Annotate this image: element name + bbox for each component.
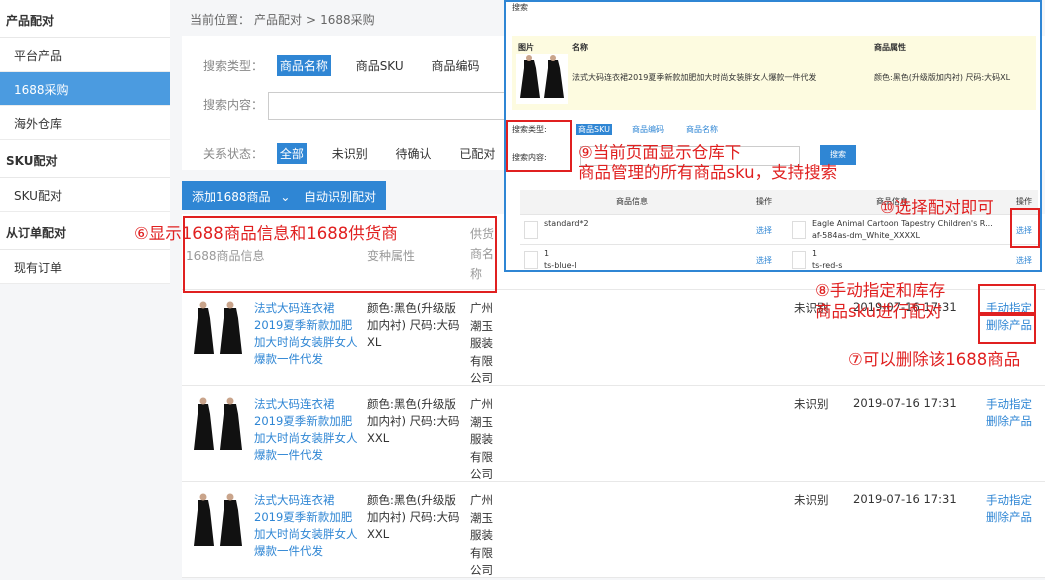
annotation-9-line2: 商品管理的所有商品sku，支持搜索 <box>578 163 838 182</box>
annotation-box-delete <box>978 314 1036 344</box>
status-all[interactable]: 全部 <box>276 143 307 164</box>
sku-icon <box>792 221 806 239</box>
product-thumbnail <box>192 492 246 550</box>
product-thumbnail <box>516 54 568 104</box>
status-unrecognized[interactable]: 未识别 <box>329 143 371 164</box>
pt-head-op2: 操作 <box>1016 197 1032 206</box>
search-content-label: 搜索内容： <box>203 98 264 112</box>
product-status: 未识别 <box>794 397 829 411</box>
status-pending[interactable]: 待确认 <box>393 143 435 164</box>
product-name-link[interactable]: 法式大码连衣裙2019夏季新款加肥加大时尚女装胖女人爆款一件代发 <box>254 396 362 464</box>
product-name-link[interactable]: 法式大码连衣裙2019夏季新款加肥加大时尚女装胖女人爆款一件代发 <box>254 492 362 560</box>
add-button-label: 添加1688商品 <box>192 190 271 204</box>
popup-table-row: 1 ts-blue-l 选择 1 ts-red-s 选择 <box>520 244 1038 270</box>
card-header-img: 图片 <box>518 43 534 52</box>
select-link[interactable]: 选择 <box>1016 255 1032 266</box>
pt-head-op: 操作 <box>756 197 772 206</box>
sku-left-code: ts-blue-l <box>544 261 577 270</box>
search-type-name[interactable]: 商品名称 <box>276 55 331 76</box>
card-header-attr: 商品属性 <box>874 43 906 52</box>
annotation-7: ⑦可以删除该1688商品 <box>848 350 1021 369</box>
product-supplier: 广州潮玉服装有限公司 <box>470 493 493 577</box>
sidebar: 产品配对 平台产品 1688采购 海外仓库 SKU配对 SKU配对 从订单配对 … <box>0 0 170 571</box>
breadcrumb-level1[interactable]: 产品配对 <box>254 13 302 27</box>
breadcrumb-sep: > <box>306 13 317 27</box>
card-product-attr: 颜色:黑色(升级版加内衬) 尺码:大码XL <box>874 73 1011 82</box>
product-variant: 颜色:黑色(升级版加内衬) 尺码:大码XXL <box>367 397 460 445</box>
delete-product-link[interactable]: 删除产品 <box>986 413 1032 430</box>
product-name-link[interactable]: 法式大码连衣裙2019夏季新款加肥加大时尚女装胖女人爆款一件代发 <box>254 300 362 368</box>
product-time: 2019-07-16 17:31 <box>853 396 957 410</box>
select-link[interactable]: 选择 <box>756 255 772 266</box>
popup-table-row: standard*2 选择 Eagle Animal Cartoon Tapes… <box>520 214 1038 244</box>
product-status: 未识别 <box>794 493 829 507</box>
annotation-box-select <box>1010 208 1040 248</box>
sku-right-name: 1 <box>812 249 818 258</box>
annotation-box-manual <box>978 284 1036 314</box>
status-label: 关系状态： <box>203 147 264 161</box>
popup-search-button[interactable]: 搜索 <box>820 145 856 165</box>
card-product-name: 法式大码连衣裙2019夏季新款加肥加大时尚女装胖女人爆款一件代发 <box>572 73 817 82</box>
popup-product-card: 图片 名称 商品属性 法式大码连衣裙2019夏季新款加肥加大时尚女装胖女人爆款一… <box>512 36 1036 110</box>
annotation-10: ⑩选择配对即可 <box>880 198 994 217</box>
annotation-6: ⑥显示1688商品信息和1688供货商 <box>134 224 398 243</box>
sidebar-item-existing-orders[interactable]: 现有订单 <box>0 250 170 284</box>
sku-right-name: Eagle Animal Cartoon Tapestry Children's… <box>812 219 993 228</box>
sku-search-popup: 搜索 图片 名称 商品属性 法式大码连衣裙2019夏季新款加肥加大时尚女装胖女人… <box>504 0 1042 272</box>
search-type-sku[interactable]: 商品SKU <box>353 55 407 76</box>
table-row: 法式大码连衣裙2019夏季新款加肥加大时尚女装胖女人爆款一件代发 颜色:黑色(升… <box>182 386 1045 482</box>
table-row: 法式大码连衣裙2019夏季新款加肥加大时尚女装胖女人爆款一件代发 颜色:黑色(升… <box>182 482 1045 578</box>
manual-assign-link[interactable]: 手动指定 <box>986 396 1032 413</box>
product-variant: 颜色:黑色(升级版加内衬) 尺码:大码XXL <box>367 493 460 541</box>
chevron-down-icon: ⌄ <box>280 190 291 204</box>
annotation-9-line1: ⑨当前页面显示仓库下 <box>578 143 742 162</box>
sku-right-code: ts-red-s <box>812 261 843 270</box>
product-supplier: 广州潮玉服装有限公司 <box>470 397 493 481</box>
popup-type-sku[interactable]: 商品SKU <box>576 124 612 135</box>
pt-head-info: 商品信息 <box>616 197 648 206</box>
card-header-name: 名称 <box>572 43 588 52</box>
manual-assign-link[interactable]: 手动指定 <box>986 492 1032 509</box>
search-input[interactable] <box>268 92 508 120</box>
sku-icon <box>792 251 806 269</box>
add-1688-product-button[interactable]: 添加1688商品 ⌄ <box>182 181 301 210</box>
product-actions: 手动指定 删除产品 <box>986 396 1032 430</box>
sidebar-item-1688-purchase[interactable]: 1688采购 <box>0 72 170 106</box>
sku-left-name: 1 <box>544 249 550 258</box>
sku-left-name: standard*2 <box>544 219 589 228</box>
sku-right-code: af-584as-dm_White_XXXXL <box>812 231 920 240</box>
product-thumbnail <box>192 396 246 454</box>
product-supplier: 广州潮玉服装有限公司 <box>470 301 493 385</box>
popup-type-code[interactable]: 商品编码 <box>632 124 664 135</box>
annotation-box-search <box>506 120 572 172</box>
product-thumbnail <box>192 300 246 358</box>
status-matched[interactable]: 已配对 <box>456 143 498 164</box>
search-type-code[interactable]: 商品编码 <box>428 55 482 76</box>
sidebar-group-sku-match: SKU配对 <box>0 140 170 178</box>
breadcrumb-level2: 1688采购 <box>320 13 375 27</box>
auto-match-button[interactable]: 自动识别配对 <box>294 181 387 210</box>
delete-product-link[interactable]: 删除产品 <box>986 509 1032 526</box>
search-type-label: 搜索类型： <box>203 59 264 73</box>
sidebar-item-platform-products[interactable]: 平台产品 <box>0 38 170 72</box>
sidebar-item-sku-match[interactable]: SKU配对 <box>0 178 170 212</box>
popup-header: 搜索 <box>512 3 528 12</box>
select-link[interactable]: 选择 <box>756 225 772 236</box>
annotation-8-line2: 商品sku进行配对 <box>815 302 943 321</box>
product-actions: 手动指定 删除产品 <box>986 492 1032 526</box>
sku-icon <box>524 251 538 269</box>
breadcrumb-prefix: 当前位置： <box>190 13 251 27</box>
product-time: 2019-07-16 17:31 <box>853 492 957 506</box>
sidebar-item-overseas-warehouse[interactable]: 海外仓库 <box>0 106 170 140</box>
product-variant: 颜色:黑色(升级版加内衬) 尺码:大码XL <box>367 301 460 349</box>
breadcrumb: 当前位置： 产品配对 >1688采购 <box>190 11 379 28</box>
annotation-8-line1: ⑧手动指定和库存 <box>815 281 946 300</box>
popup-type-name[interactable]: 商品名称 <box>686 124 718 135</box>
sidebar-group-product-match: 产品配对 <box>0 0 170 38</box>
sku-icon <box>524 221 538 239</box>
status-row: 关系状态： 全部 未识别 待确认 已配对 <box>203 143 516 164</box>
